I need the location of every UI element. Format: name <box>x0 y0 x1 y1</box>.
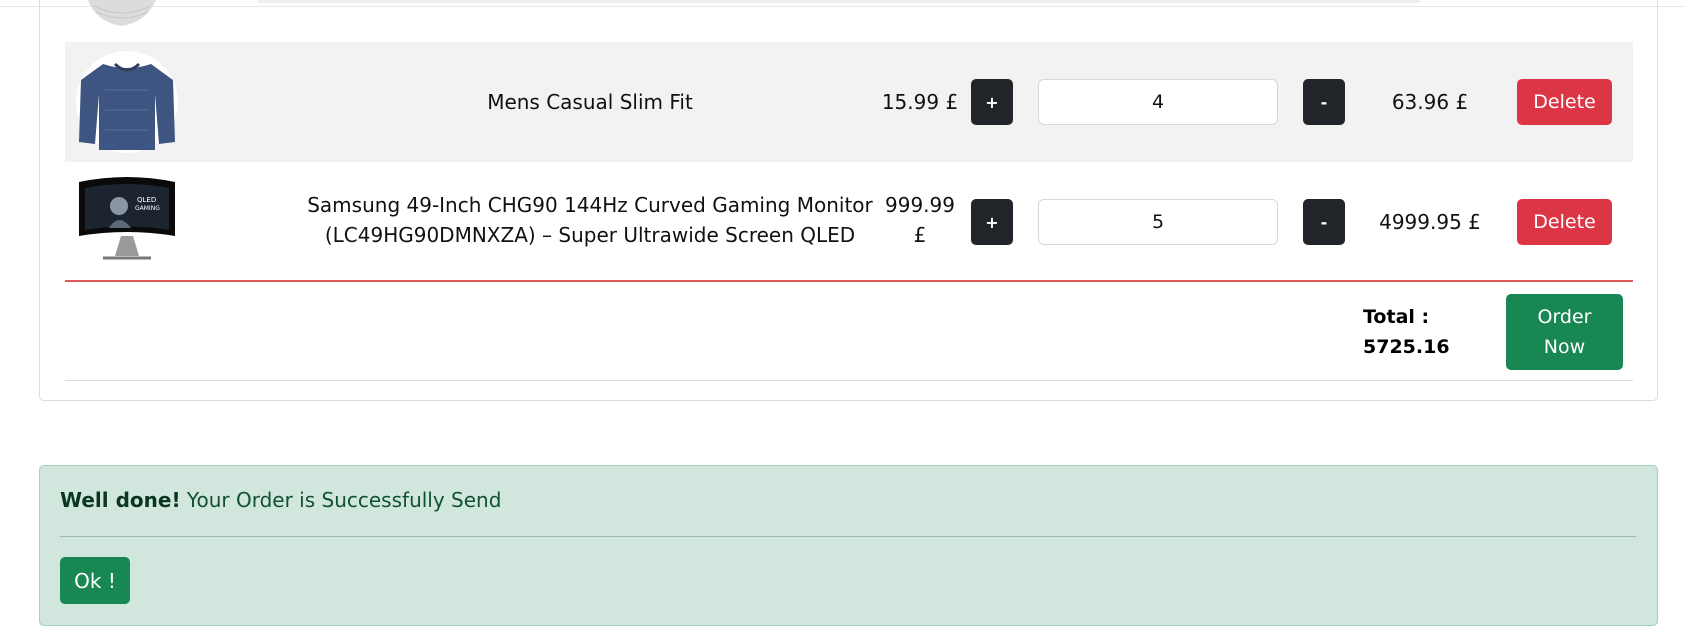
cart-row: QLED GAMING Samsung 49-Inch CHG90 144Hz … <box>65 162 1633 282</box>
product-image <box>86 0 158 32</box>
quantity-field[interactable]: 4 <box>1038 79 1278 125</box>
item-subtotal: 63.96 £ <box>1391 90 1469 114</box>
product-price: 999.99 £ <box>885 193 955 247</box>
increase-quantity-button[interactable]: + <box>971 199 1013 245</box>
ok-button[interactable]: Ok ! <box>60 557 130 604</box>
item-subtotal: 4999.95 £ <box>1379 210 1481 234</box>
delete-button[interactable]: Delete <box>1517 199 1612 245</box>
total-value: 5725.16 <box>1363 336 1450 358</box>
cart-total-row: Total : 5725.16 Order Now <box>65 284 1633 381</box>
cart-page: Mens Casual Slim Fit 15.99 £ + 4 - 63.96… <box>0 0 1685 636</box>
alert-divider <box>60 536 1636 537</box>
decrease-quantity-button[interactable]: - <box>1303 79 1345 125</box>
alert-text: Your Order is Successfully Send <box>180 488 502 512</box>
cart-row: Mens Casual Slim Fit 15.99 £ + 4 - 63.96… <box>65 42 1633 162</box>
decrease-quantity-button[interactable]: - <box>1303 199 1345 245</box>
divider <box>0 6 1685 7</box>
alert-heading: Well done! <box>60 488 181 512</box>
divider <box>258 0 1420 3</box>
quantity-field[interactable]: 5 <box>1038 199 1278 245</box>
product-image <box>75 50 179 154</box>
svg-text:GAMING: GAMING <box>135 205 160 212</box>
increase-quantity-button[interactable]: + <box>971 79 1013 125</box>
order-now-button[interactable]: Order Now <box>1506 294 1623 370</box>
product-price: 15.99 £ <box>881 90 959 114</box>
total-label: Total : <box>1363 306 1430 328</box>
product-image: QLED GAMING <box>75 170 179 274</box>
product-name: Mens Casual Slim Fit <box>487 90 693 114</box>
delete-button[interactable]: Delete <box>1517 79 1612 125</box>
svg-text:QLED: QLED <box>137 196 156 204</box>
cart-total: Total : 5725.16 <box>1363 302 1450 362</box>
product-name: Samsung 49-Inch CHG90 144Hz Curved Gamin… <box>307 193 873 247</box>
success-alert: Well done! Your Order is Successfully Se… <box>39 465 1658 626</box>
alert-message: Well done! Your Order is Successfully Se… <box>60 488 501 512</box>
